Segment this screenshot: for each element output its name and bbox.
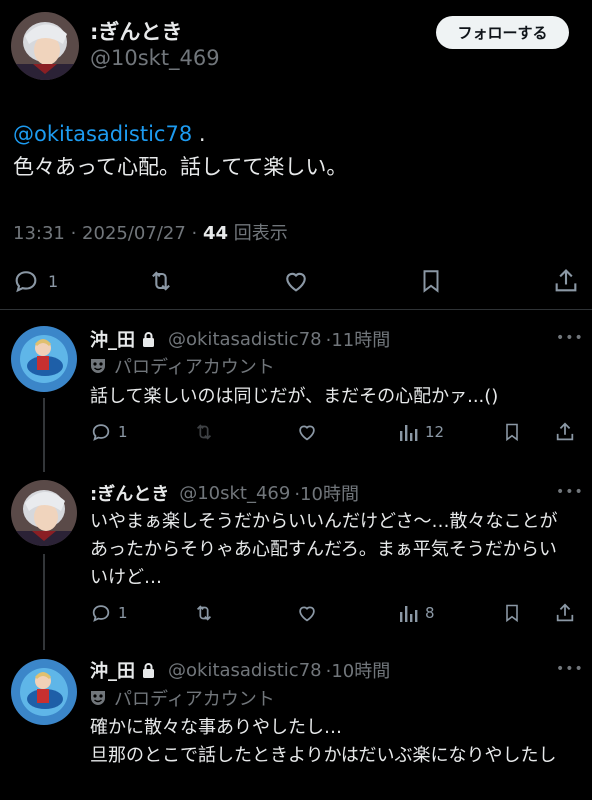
share-button[interactable]	[552, 267, 580, 295]
views-button[interactable]: 12	[399, 421, 444, 443]
follow-button[interactable]: フォローする	[436, 16, 569, 49]
reply-header: 沖_田 @okitasadistic78 ·10時間	[90, 657, 390, 683]
reply-icon	[92, 605, 110, 622]
share-icon	[555, 269, 577, 292]
reply-count: 1	[48, 271, 59, 291]
like-button[interactable]	[296, 421, 318, 443]
parody-text: パロディアカウント	[114, 689, 275, 710]
reply-button[interactable]: 1	[12, 267, 58, 295]
author-name[interactable]: 沖_田	[90, 657, 135, 683]
reply-button[interactable]: 1	[90, 602, 128, 624]
avatar[interactable]	[11, 480, 77, 546]
reply-button[interactable]: 1	[90, 421, 128, 443]
mention-suffix: .	[192, 122, 206, 146]
bookmark-button[interactable]	[502, 421, 522, 443]
reply-icon	[15, 271, 37, 293]
retweet-button[interactable]	[146, 267, 176, 295]
tweet-body: 色々あって心配。話してて楽しい。	[13, 155, 348, 179]
like-icon	[286, 272, 306, 292]
timestamp[interactable]: 13:31 · 2025/07/27 ·	[13, 223, 203, 244]
retweet-icon	[196, 424, 212, 440]
bookmark-button[interactable]	[502, 602, 522, 624]
reply-time[interactable]: ·10時間	[294, 480, 359, 506]
reply-text: いやまぁ楽しそうだからいいんだけどさ〜…散々なことがあったからそりゃあ心配すんだ…	[90, 511, 558, 588]
retweet-icon	[152, 271, 170, 291]
reply-icon	[92, 424, 110, 441]
reply-text-line: 確かに散々な事ありやしたし…	[90, 717, 342, 738]
reply-count: 1	[118, 604, 128, 622]
like-button[interactable]	[282, 267, 310, 295]
author-handle[interactable]: @10skt_469	[179, 483, 290, 504]
share-icon	[556, 603, 574, 622]
like-button[interactable]	[296, 602, 318, 624]
retweet-button[interactable]	[192, 421, 216, 443]
bookmark-icon	[506, 423, 518, 442]
share-icon	[556, 422, 574, 441]
tweet-text: @okitasadistic78 . 色々あって心配。話してて楽しい。	[13, 118, 347, 184]
reply-count: 1	[118, 423, 128, 441]
tweet-meta: 13:31 · 2025/07/27 · 44 回表示	[13, 219, 288, 245]
views-icon	[400, 425, 418, 441]
share-button[interactable]	[554, 421, 576, 443]
views-button[interactable]: 8	[399, 602, 435, 624]
parody-label: パロディアカウント	[90, 353, 275, 379]
parody-text: パロディアカウント	[114, 357, 275, 378]
avatar[interactable]	[11, 326, 77, 392]
reply-text-line: 旦那のとこで話したときよりかはだいぶ楽になりやしたし	[90, 745, 557, 766]
author-handle[interactable]: @okitasadistic78	[168, 660, 322, 681]
views-count: 8	[425, 604, 435, 622]
reply-time[interactable]: ·11時間	[326, 326, 391, 352]
avatar[interactable]	[11, 12, 79, 80]
reply-time[interactable]: ·10時間	[326, 657, 391, 683]
reply-header: 沖_田 @okitasadistic78 ·11時間	[90, 326, 390, 352]
views-count: 44	[202, 223, 229, 244]
author-name[interactable]: 沖_田	[90, 326, 135, 352]
author-handle[interactable]: @10skt_469	[90, 46, 220, 70]
retweet-icon	[196, 605, 212, 621]
parody-mask-icon	[91, 359, 105, 373]
thread-line	[43, 398, 45, 472]
author-name[interactable]: :ぎんとき	[90, 480, 169, 506]
thread-line	[43, 554, 45, 650]
views-label: 回表示	[228, 223, 288, 244]
bookmark-icon	[423, 270, 439, 293]
more-icon[interactable]: •••	[556, 484, 584, 500]
share-button[interactable]	[554, 602, 576, 624]
reply-header: :ぎんとき @10skt_469 ·10時間	[90, 480, 359, 506]
bookmark-icon	[506, 604, 518, 623]
author-handle[interactable]: @okitasadistic78	[168, 329, 322, 350]
views-count: 12	[425, 423, 445, 441]
avatar[interactable]	[11, 659, 77, 725]
more-icon[interactable]: •••	[556, 661, 584, 677]
reply-text: 話して楽しいのは同じだが、まだその心配かァ...()	[90, 386, 499, 407]
more-icon[interactable]: •••	[556, 330, 584, 346]
bookmark-button[interactable]	[418, 267, 444, 295]
lock-icon	[141, 662, 156, 679]
lock-icon	[141, 331, 156, 348]
author-name[interactable]: :ぎんとき	[90, 16, 182, 46]
retweet-button[interactable]	[192, 602, 216, 624]
views-icon	[400, 606, 418, 622]
reply-text: 確かに散々な事ありやしたし… 旦那のとこで話したときよりかはだいぶ楽になりやした…	[90, 714, 570, 770]
parody-label: パロディアカウント	[90, 685, 275, 711]
mention-link[interactable]: @okitasadistic78	[13, 122, 192, 146]
parody-mask-icon	[91, 691, 105, 705]
divider	[0, 309, 592, 310]
like-icon	[299, 425, 315, 441]
like-icon	[299, 606, 315, 622]
